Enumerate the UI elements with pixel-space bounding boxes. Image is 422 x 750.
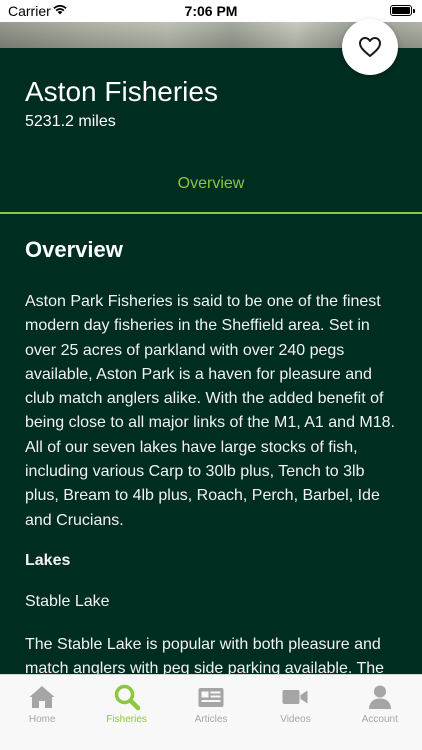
video-icon — [282, 690, 308, 704]
tab-home[interactable]: Home — [0, 675, 84, 750]
tab-overview[interactable]: Overview — [0, 168, 422, 212]
status-time: 7:06 PM — [184, 3, 238, 19]
tab-fisheries[interactable]: Fisheries — [84, 675, 168, 750]
tab-articles[interactable]: Articles — [169, 675, 253, 750]
fishery-title: Aston Fisheries — [25, 76, 218, 107]
tab-account-label: Account — [361, 714, 398, 725]
tab-articles-label: Articles — [194, 714, 228, 725]
heart-icon — [359, 37, 381, 57]
section-heading: Overview — [25, 237, 123, 262]
articles-icon — [198, 688, 224, 707]
search-icon — [114, 684, 140, 711]
tab-account[interactable]: Account — [338, 675, 422, 750]
battery-icon — [390, 5, 415, 16]
tab-fisheries-label: Fisheries — [106, 714, 147, 725]
tab-underline — [0, 212, 422, 214]
fishery-distance: 5231.2 miles — [25, 113, 116, 130]
favorite-button[interactable] — [342, 19, 398, 75]
account-icon — [368, 685, 391, 709]
lake-name: Stable Lake — [25, 593, 110, 610]
bottom-tab-bar: Home Fisheries Articles Videos Account — [0, 674, 422, 750]
tab-videos-label: Videos — [280, 714, 311, 725]
lakes-heading: Lakes — [25, 552, 71, 569]
home-icon — [29, 686, 55, 708]
tab-home-label: Home — [28, 714, 56, 725]
overview-text: Aston Park Fisheries is said to be one o… — [25, 293, 395, 529]
tab-videos[interactable]: Videos — [253, 675, 337, 750]
status-bar: Carrier 7:06 PM — [0, 0, 422, 22]
